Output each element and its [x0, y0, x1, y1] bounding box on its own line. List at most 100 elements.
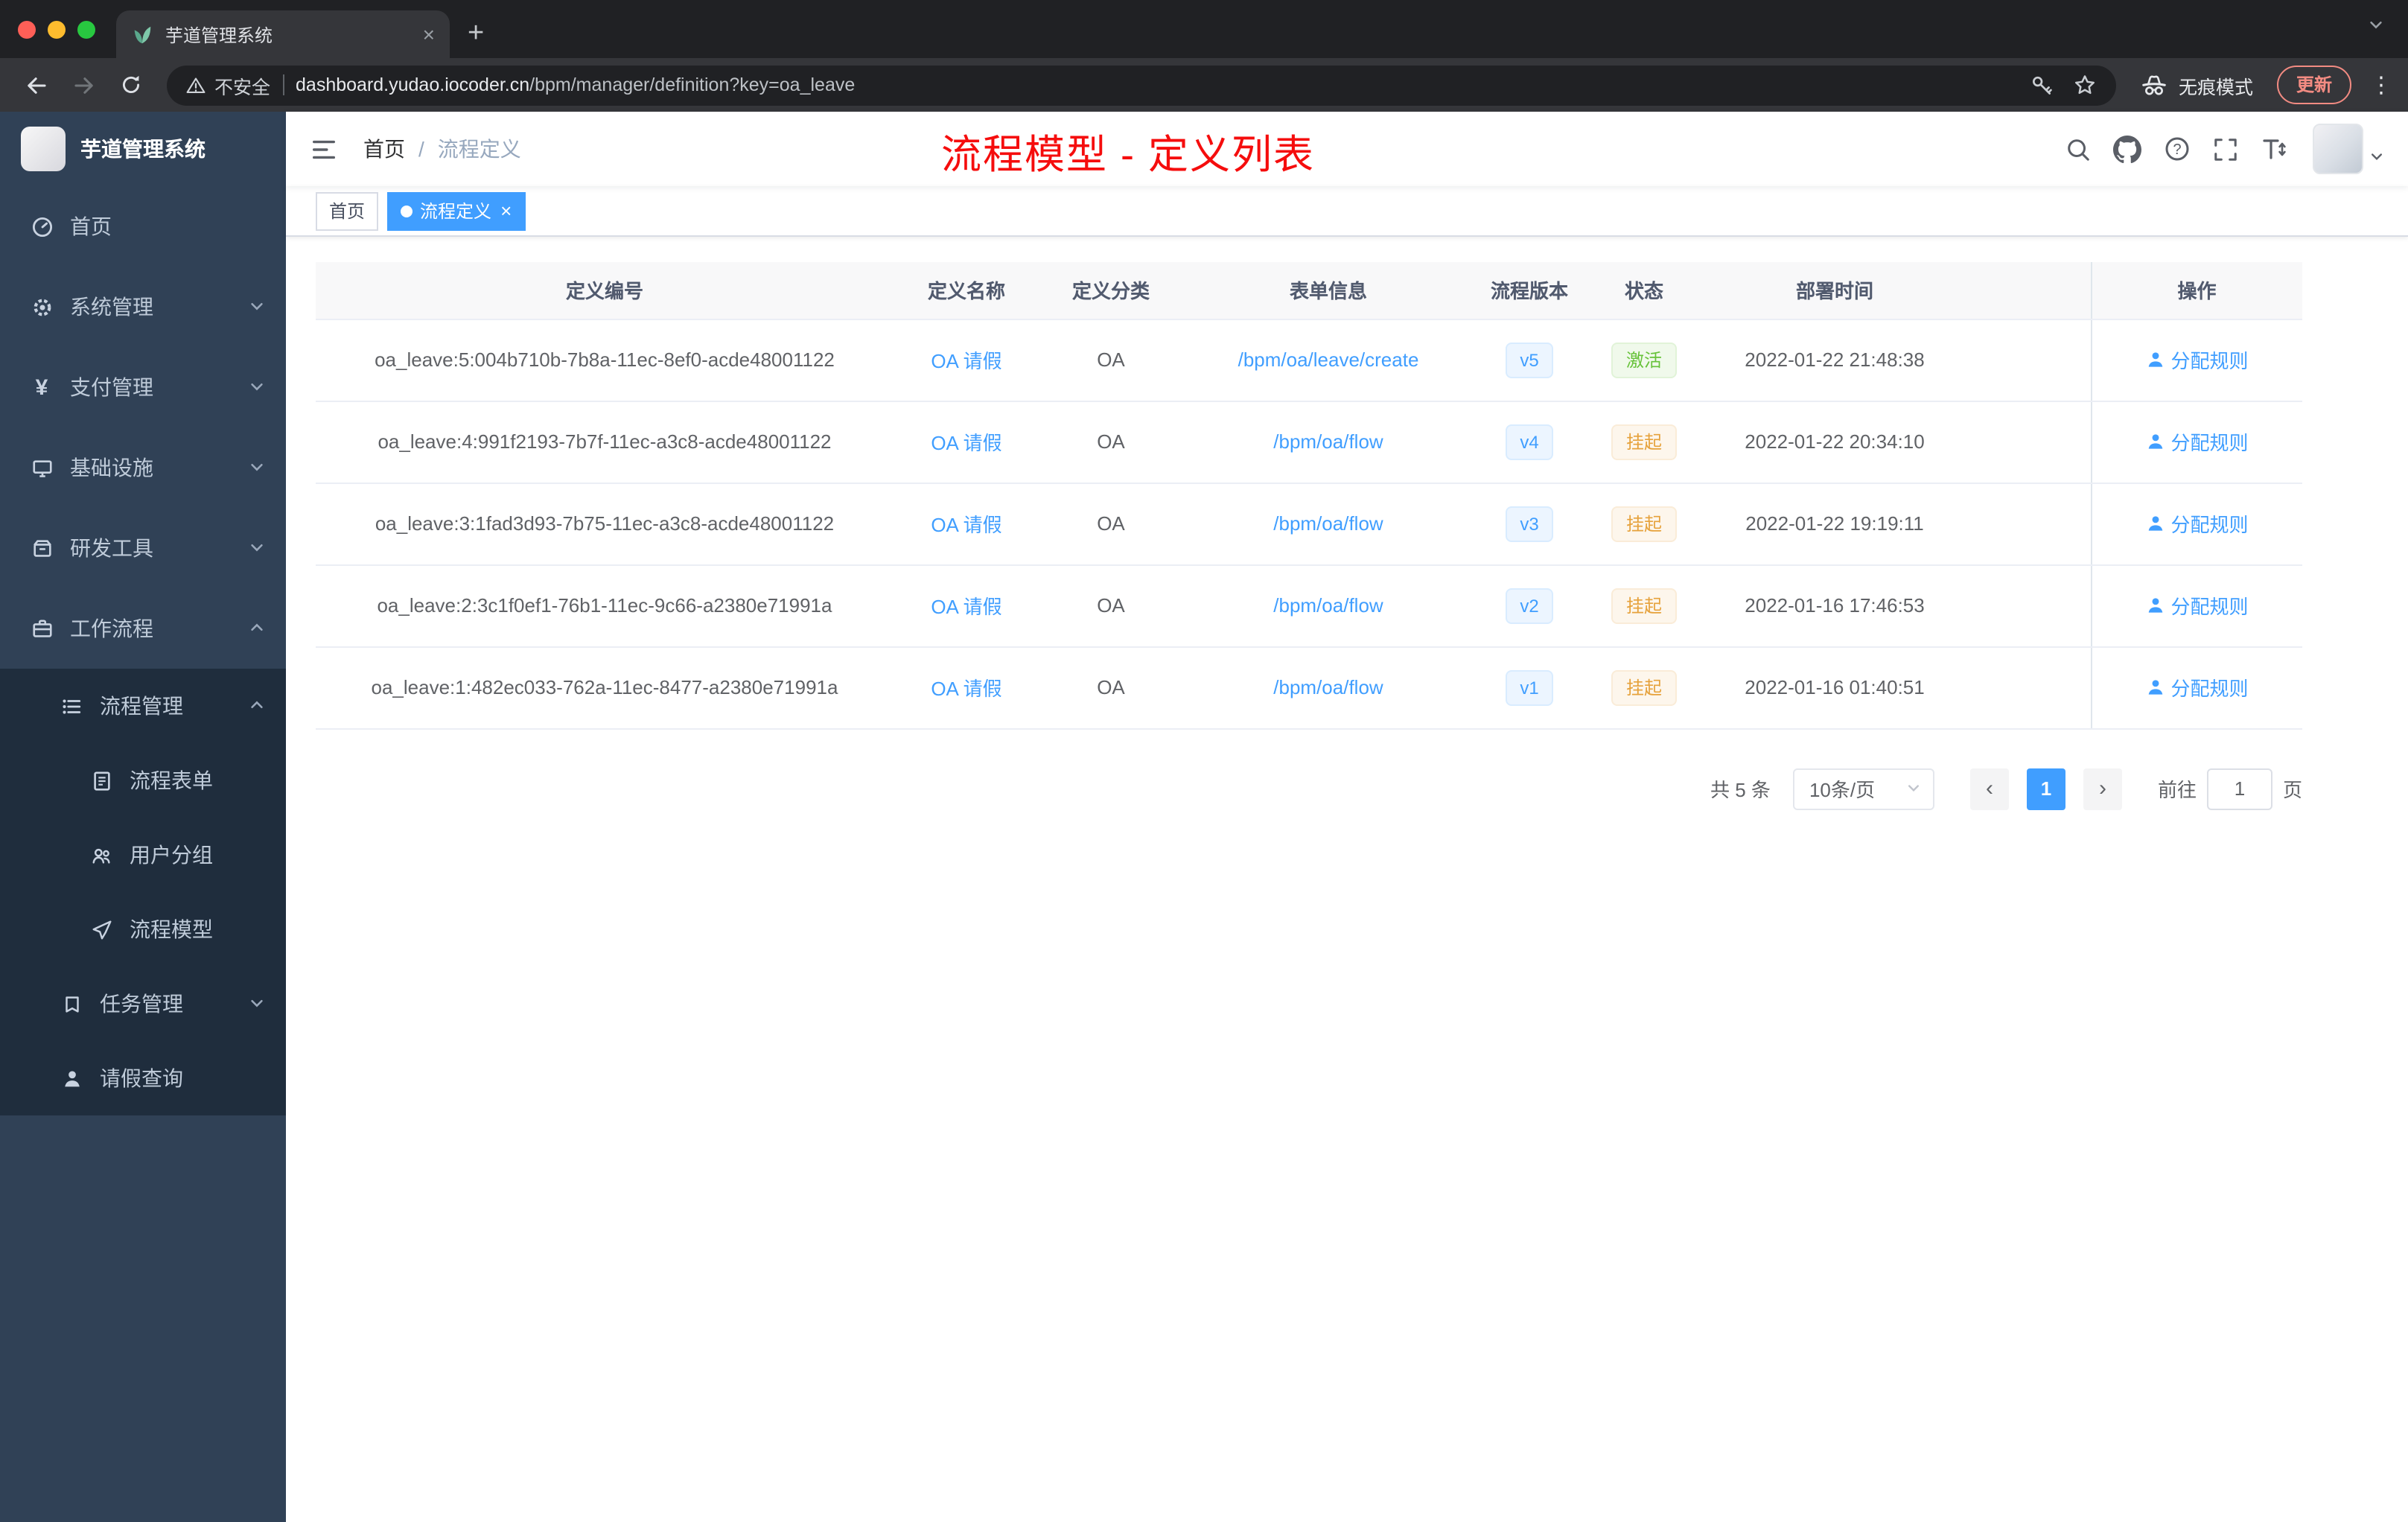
list-icon: [60, 694, 83, 718]
active-tag-dot: [401, 205, 413, 217]
window-close-button[interactable]: [18, 20, 36, 38]
window-minimize-button[interactable]: [48, 20, 66, 38]
cell-category: OA: [1039, 564, 1182, 647]
search-icon[interactable]: [2065, 136, 2091, 162]
definition-name-link[interactable]: OA 请假: [931, 596, 1001, 618]
pagination-page-1[interactable]: 1: [2026, 768, 2065, 809]
screenshot-root: 芋道管理系统 × + 不安全 dashboard.yudao.iocoder.c…: [0, 0, 2408, 1522]
assign-rule-link[interactable]: 分配规则: [2145, 427, 2249, 456]
logo-image: [21, 127, 66, 171]
warning-icon: [186, 77, 206, 92]
sidebar-item-payment-management[interactable]: ¥ 支付管理: [0, 347, 286, 427]
github-icon[interactable]: [2113, 135, 2141, 163]
avatar[interactable]: [2313, 124, 2363, 174]
sidebar-item-user-group[interactable]: 用户分组: [0, 818, 286, 892]
chevron-up-icon: [249, 617, 265, 640]
sidebar-item-process-form[interactable]: 流程表单: [0, 743, 286, 818]
table-row: oa_leave:1:482ec033-762a-11ec-8477-a2380…: [316, 646, 2302, 729]
toolbox-icon: [30, 536, 54, 560]
cell-definition-id: oa_leave:3:1fad3d93-7b75-11ec-a3c8-acde4…: [316, 483, 894, 565]
cell-deploy-time: 2022-01-22 21:48:38: [1704, 319, 1966, 401]
status-badge: 激活: [1611, 342, 1677, 378]
fullscreen-icon[interactable]: [2213, 136, 2238, 162]
assign-rule-link[interactable]: 分配规则: [2145, 509, 2249, 538]
browser-menu-kebab-icon[interactable]: ⋮: [2369, 74, 2393, 96]
cell-definition-id: oa_leave:1:482ec033-762a-11ec-8477-a2380…: [316, 646, 894, 729]
tag-close-icon[interactable]: ×: [500, 201, 512, 220]
definition-name-link[interactable]: OA 请假: [931, 350, 1001, 372]
font-size-icon[interactable]: [2261, 136, 2287, 162]
back-button[interactable]: [15, 64, 57, 106]
version-badge: v5: [1505, 342, 1554, 378]
incognito-badge: 无痕模式: [2140, 71, 2253, 99]
definition-name-link[interactable]: OA 请假: [931, 678, 1001, 700]
assign-rule-link[interactable]: 分配规则: [2145, 591, 2249, 620]
sidebar-item-dev-tools[interactable]: 研发工具: [0, 508, 286, 588]
new-tab-button[interactable]: +: [468, 19, 484, 48]
security-chip[interactable]: 不安全: [186, 71, 270, 99]
annotation-title: 流程模型 - 定义列表: [941, 133, 1315, 177]
sidebar-collapse-icon[interactable]: [310, 135, 338, 163]
sidebar-item-workflow[interactable]: 工作流程: [0, 588, 286, 669]
user-menu[interactable]: [2313, 124, 2384, 174]
password-key-icon[interactable]: [2030, 73, 2054, 97]
user-group-icon: [89, 843, 113, 867]
browser-tab[interactable]: 芋道管理系统 ×: [116, 10, 450, 58]
sidebar-item-process-management[interactable]: 流程管理: [0, 669, 286, 743]
reload-button[interactable]: [110, 64, 152, 106]
table-row: oa_leave:3:1fad3d93-7b75-11ec-a3c8-acde4…: [316, 483, 2302, 565]
user-icon: [2148, 598, 2162, 613]
assign-rule-link[interactable]: 分配规则: [2145, 346, 2249, 374]
definition-name-link[interactable]: OA 请假: [931, 514, 1001, 536]
sidebar-item-home[interactable]: 首页: [0, 186, 286, 267]
version-badge: v4: [1505, 424, 1554, 459]
breadcrumb-current: 流程定义: [437, 137, 521, 161]
app-logo[interactable]: 芋道管理系统: [0, 112, 286, 186]
paper-plane-icon: [89, 917, 113, 941]
cell-deploy-time: 2022-01-22 20:34:10: [1704, 401, 1966, 483]
column-header-version: 流程版本: [1474, 262, 1584, 319]
favicon: [134, 25, 151, 43]
pagination-goto-input[interactable]: [2206, 768, 2272, 809]
sidebar-menu: 首页 系统管理 ¥ 支付管理 基础设施 研发工具 工作流程 流程管理 流程表单 …: [0, 186, 286, 1115]
help-icon[interactable]: ?: [2164, 136, 2191, 162]
sidebar-item-system-management[interactable]: 系统管理: [0, 267, 286, 347]
forward-button[interactable]: [63, 64, 104, 106]
cell-deploy-time: 2022-01-22 19:19:11: [1704, 483, 1966, 565]
table-header-row: 定义编号 定义名称 定义分类 表单信息 流程版本 状态 部署时间 操作: [316, 262, 2302, 319]
form-info-link[interactable]: /bpm/oa/leave/create: [1238, 348, 1419, 371]
bookmark-star-icon[interactable]: [2073, 73, 2097, 97]
chrome-update-button[interactable]: 更新: [2276, 66, 2351, 104]
tag-process-definition[interactable]: 流程定义 ×: [387, 191, 526, 230]
pagination-prev-button[interactable]: ‹: [1969, 768, 2009, 809]
pagination-next-button[interactable]: ›: [2083, 768, 2122, 809]
sidebar-item-leave-query[interactable]: 请假查询: [0, 1041, 286, 1115]
chevron-down-icon: [249, 992, 265, 1016]
sidebar-item-process-model[interactable]: 流程模型: [0, 892, 286, 967]
cell-filler: [1966, 401, 2091, 483]
column-header-time: 部署时间: [1704, 262, 1966, 319]
form-info-link[interactable]: /bpm/oa/flow: [1273, 594, 1383, 617]
dashboard-icon: [30, 214, 54, 238]
page-size-select[interactable]: 10条/页: [1792, 768, 1934, 809]
cell-deploy-time: 2022-01-16 01:40:51: [1704, 646, 1966, 729]
version-badge: v2: [1505, 588, 1554, 623]
form-info-link[interactable]: /bpm/oa/flow: [1273, 512, 1383, 535]
sidebar-item-task-management[interactable]: 任务管理: [0, 967, 286, 1041]
tab-search-chevron-icon[interactable]: [2368, 13, 2384, 40]
breadcrumb-home[interactable]: 首页: [363, 134, 405, 164]
incognito-icon: [2142, 74, 2166, 95]
window-zoom-button[interactable]: [77, 20, 95, 38]
tag-home[interactable]: 首页: [316, 191, 379, 230]
sidebar-item-infrastructure[interactable]: 基础设施: [0, 427, 286, 508]
tab-close-icon[interactable]: ×: [423, 24, 435, 45]
address-bar[interactable]: 不安全 dashboard.yudao.iocoder.cn/bpm/manag…: [167, 65, 2116, 105]
form-info-link[interactable]: /bpm/oa/flow: [1273, 430, 1383, 453]
form-info-link[interactable]: /bpm/oa/flow: [1273, 676, 1383, 698]
user-icon: [2148, 516, 2162, 531]
definition-name-link[interactable]: OA 请假: [931, 432, 1001, 454]
pagination-goto-label: 前往: [2157, 779, 2197, 801]
assign-rule-link[interactable]: 分配规则: [2145, 673, 2249, 701]
cell-definition-id: oa_leave:4:991f2193-7b7f-11ec-a3c8-acde4…: [316, 401, 894, 483]
top-navbar: 首页 / 流程定义 流程模型 - 定义列表 ?: [286, 112, 2408, 186]
